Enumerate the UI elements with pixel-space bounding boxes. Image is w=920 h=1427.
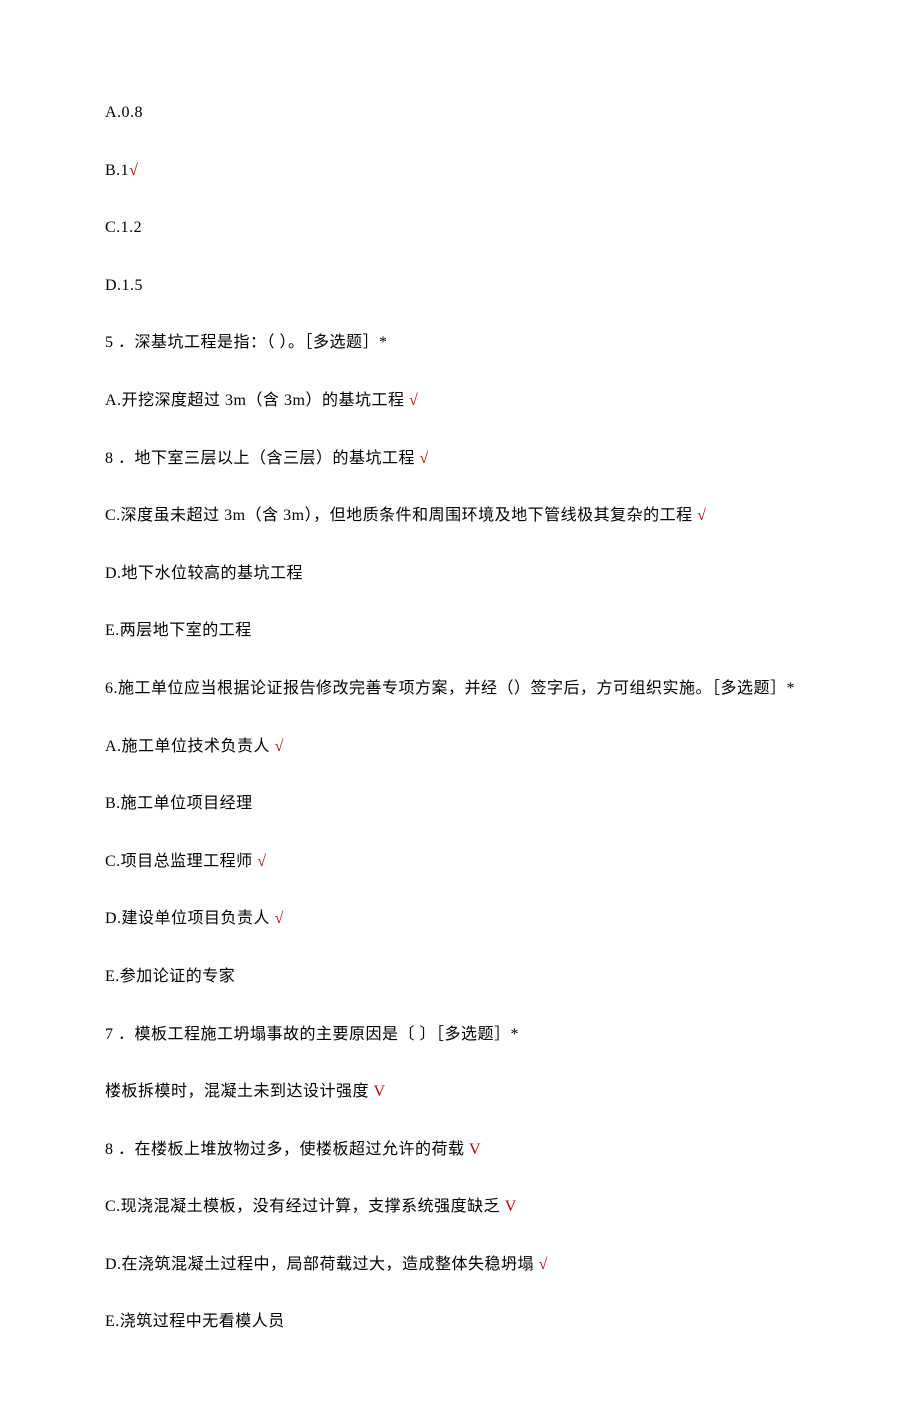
- option-text: D.1.5: [105, 277, 143, 294]
- correct-mark-icon: √: [275, 738, 284, 755]
- correct-mark-icon: √: [420, 450, 429, 467]
- option-text: 楼板拆模时，混凝土未到达设计强度: [105, 1083, 374, 1100]
- q7-option-d: D.在浇筑混凝土过程中，局部荷载过大，造成整体失稳坍塌 √: [105, 1252, 815, 1278]
- q5-option-e: E.两层地下室的工程: [105, 618, 815, 644]
- option-text: A.开挖深度超过 3m（含 3m）的基坑工程: [105, 392, 409, 409]
- q7-stem: 7 ．模板工程施工坍塌事故的主要原因是〔 〕［多选题］*: [105, 1022, 815, 1048]
- option-text: C.现浇混凝土模板，没有经过计算，支撑系统强度缺乏: [105, 1198, 505, 1215]
- q7-option-a: 楼板拆模时，混凝土未到达设计强度 V: [105, 1079, 815, 1105]
- option-text: A.0.8: [105, 104, 143, 121]
- q6-option-e: E.参加论证的专家: [105, 964, 815, 990]
- correct-mark-icon: √: [539, 1256, 548, 1273]
- q6-option-a: A.施工单位技术负责人 √: [105, 734, 815, 760]
- option-text: C.项目总监理工程师: [105, 853, 257, 870]
- q6-option-c: C.项目总监理工程师 √: [105, 849, 815, 875]
- q5-option-a: A.开挖深度超过 3m（含 3m）的基坑工程 √: [105, 388, 815, 414]
- q4-option-a: A.0.8: [105, 100, 815, 126]
- question-text: 7 ．模板工程施工坍塌事故的主要原因是〔 〕［多选题］*: [105, 1026, 519, 1043]
- option-text: C.1.2: [105, 219, 142, 236]
- option-text: A.施工单位技术负责人: [105, 738, 275, 755]
- option-text: B.1: [105, 162, 129, 179]
- correct-mark-icon: √: [275, 910, 284, 927]
- q4-option-c: C.1.2: [105, 215, 815, 241]
- q5-option-d: D.地下水位较高的基坑工程: [105, 561, 815, 587]
- q5-option-b: 8 ．地下室三层以上（含三层）的基坑工程 √: [105, 446, 815, 472]
- correct-mark-icon: V: [374, 1083, 386, 1100]
- q7-option-e: E.浇筑过程中无看模人员: [105, 1309, 815, 1335]
- q5-option-c: C.深度虽未超过 3m（含 3m），但地质条件和周围环境及地下管线极其复杂的工程…: [105, 503, 815, 529]
- q7-option-b: 8 ．在楼板上堆放物过多，使楼板超过允许的荷载 V: [105, 1137, 815, 1163]
- q5-stem: 5 ．深基坑工程是指：（ ）。［多选题］*: [105, 330, 815, 356]
- option-text: E.参加论证的专家: [105, 968, 235, 985]
- q6-option-b: B.施工单位项目经理: [105, 791, 815, 817]
- option-text: C.深度虽未超过 3m（含 3m），但地质条件和周围环境及地下管线极其复杂的工程: [105, 507, 697, 524]
- correct-mark-icon: √: [129, 162, 138, 179]
- correct-mark-icon: V: [505, 1198, 517, 1215]
- option-text: 8 ．在楼板上堆放物过多，使楼板超过允许的荷载: [105, 1141, 469, 1158]
- q6-option-d: D.建设单位项目负责人 √: [105, 906, 815, 932]
- q7-option-c: C.现浇混凝土模板，没有经过计算，支撑系统强度缺乏 V: [105, 1194, 815, 1220]
- correct-mark-icon: V: [469, 1141, 481, 1158]
- option-text: 8 ．地下室三层以上（含三层）的基坑工程: [105, 450, 420, 467]
- q4-option-b: B.1√: [105, 158, 815, 184]
- option-text: D.地下水位较高的基坑工程: [105, 565, 303, 582]
- option-text: D.在浇筑混凝土过程中，局部荷载过大，造成整体失稳坍塌: [105, 1256, 539, 1273]
- correct-mark-icon: √: [409, 392, 418, 409]
- correct-mark-icon: √: [697, 507, 706, 524]
- question-text: 6.施工单位应当根据论证报告修改完善专项方案，并经（）签字后，方可组织实施。［多…: [105, 680, 795, 697]
- option-text: E.两层地下室的工程: [105, 622, 252, 639]
- correct-mark-icon: √: [257, 853, 266, 870]
- option-text: D.建设单位项目负责人: [105, 910, 275, 927]
- q4-option-d: D.1.5: [105, 273, 815, 299]
- option-text: E.浇筑过程中无看模人员: [105, 1313, 285, 1330]
- q6-stem: 6.施工单位应当根据论证报告修改完善专项方案，并经（）签字后，方可组织实施。［多…: [105, 676, 815, 702]
- option-text: B.施工单位项目经理: [105, 795, 253, 812]
- question-text: 5 ．深基坑工程是指：（ ）。［多选题］*: [105, 334, 388, 351]
